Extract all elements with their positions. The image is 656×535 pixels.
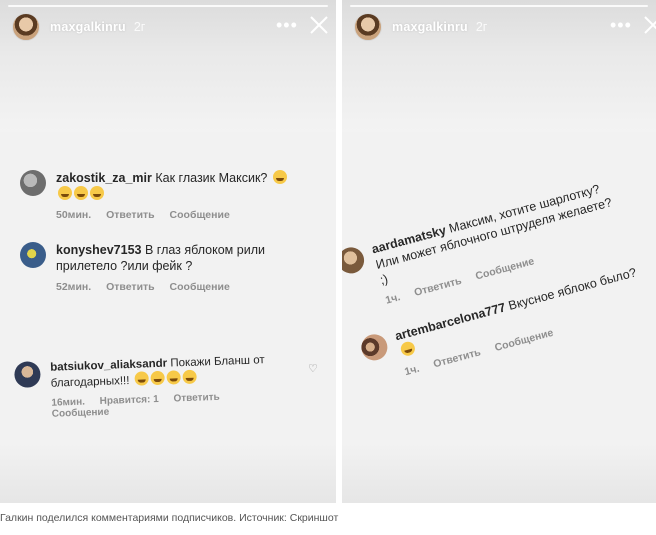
- comment-text: konyshev7153 В глаз яблоком рили прилете…: [56, 242, 296, 274]
- comment-body: konyshev7153 В глаз яблоком рили прилете…: [56, 242, 296, 293]
- story-panel-left: maxgalkinru 2г ••• zakostik_za_mir Как г…: [0, 0, 336, 503]
- laughing-emoji-icon: [134, 371, 149, 386]
- story-bottom-shade: [342, 443, 656, 503]
- reply-button[interactable]: Ответить: [432, 346, 482, 370]
- story-time: 2г: [475, 20, 488, 34]
- comment-message: Как глазик Максик?: [155, 171, 268, 185]
- avatar[interactable]: [354, 13, 382, 41]
- avatar[interactable]: [14, 361, 41, 388]
- story-time: 2г: [133, 20, 146, 34]
- reply-button[interactable]: Ответить: [106, 209, 155, 221]
- reply-button[interactable]: Ответить: [173, 392, 220, 405]
- story-username[interactable]: maxgalkinru: [50, 20, 126, 34]
- comment-text: zakostik_za_mir Как глазик Максик?: [56, 170, 296, 202]
- comment-item: batsiukov_aliaksandr Покажи Бланш от бла…: [14, 352, 302, 421]
- comment-message: Вкусное яблоко было?: [506, 265, 638, 313]
- more-dots-icon[interactable]: •••: [610, 16, 632, 34]
- heart-icon[interactable]: ♡: [308, 362, 318, 375]
- comment-body: batsiukov_aliaksandr Покажи Бланш от бла…: [50, 352, 302, 420]
- message-button[interactable]: Сообщение: [52, 407, 110, 420]
- avatar[interactable]: [20, 242, 46, 268]
- laughing-emoji-icon: [166, 370, 181, 385]
- avatar[interactable]: [342, 244, 367, 277]
- tilted-comment-card: aardamatsky Максим, хотите шарлотку? Или…: [342, 110, 656, 415]
- story-header: maxgalkinru 2г: [354, 12, 487, 42]
- comment-username[interactable]: artembarcelona777: [393, 300, 507, 343]
- story-progress-bar: [350, 5, 648, 7]
- laughing-emoji-icon: [58, 186, 72, 200]
- message-button[interactable]: Сообщение: [170, 209, 230, 221]
- likes-count: Нравится: 1: [99, 393, 159, 408]
- story-header: maxgalkinru 2г: [12, 12, 145, 42]
- more-dots-icon[interactable]: •••: [276, 16, 298, 34]
- comment-item: zakostik_za_mir Как глазик Максик? 50мин…: [20, 170, 296, 221]
- message-button[interactable]: Сообщение: [170, 281, 230, 293]
- laughing-emoji-icon: [182, 369, 197, 385]
- avatar[interactable]: [358, 331, 391, 364]
- comment-username[interactable]: konyshev7153: [56, 243, 141, 257]
- comment-text: batsiukov_aliaksandr Покажи Бланш от бла…: [50, 352, 301, 391]
- comment-username[interactable]: zakostik_za_mir: [56, 171, 152, 185]
- image-caption: Галкин поделился комментариями подписчик…: [0, 512, 339, 524]
- comment-item: konyshev7153 В глаз яблоком рили прилете…: [20, 242, 296, 293]
- comment-meta: 16мин. Нравится: 1 Ответить Сообщение: [51, 389, 302, 420]
- comment-time: 1ч.: [403, 362, 421, 379]
- laughing-emoji-icon: [90, 186, 104, 200]
- laughing-emoji-icon: [150, 370, 165, 386]
- avatar[interactable]: [20, 170, 46, 196]
- comment-meta: 52мин. Ответить Сообщение: [56, 281, 296, 293]
- comment-time: 1ч.: [384, 291, 402, 307]
- comment-username[interactable]: batsiukov_aliaksandr: [50, 358, 167, 374]
- laughing-emoji-icon: [272, 170, 287, 184]
- story-progress-bar: [8, 5, 328, 7]
- close-x-icon[interactable]: [642, 14, 656, 36]
- story-bottom-shade: [0, 443, 336, 503]
- comment-meta: 50мин. Ответить Сообщение: [56, 209, 296, 221]
- comment-time: 52мин.: [56, 281, 92, 293]
- close-x-icon[interactable]: [308, 14, 330, 36]
- avatar[interactable]: [12, 13, 40, 41]
- laughing-emoji-icon: [74, 186, 88, 200]
- laughing-emoji-icon: [399, 340, 417, 358]
- comment-body: zakostik_za_mir Как глазик Максик? 50мин…: [56, 170, 296, 221]
- reply-button[interactable]: Ответить: [106, 281, 155, 293]
- comment-time: 50мин.: [56, 209, 92, 221]
- reply-button[interactable]: Ответить: [413, 275, 463, 299]
- story-username[interactable]: maxgalkinru: [392, 20, 468, 34]
- story-panel-right: maxgalkinru 2г ••• aardamatsky Максим, х…: [342, 0, 656, 503]
